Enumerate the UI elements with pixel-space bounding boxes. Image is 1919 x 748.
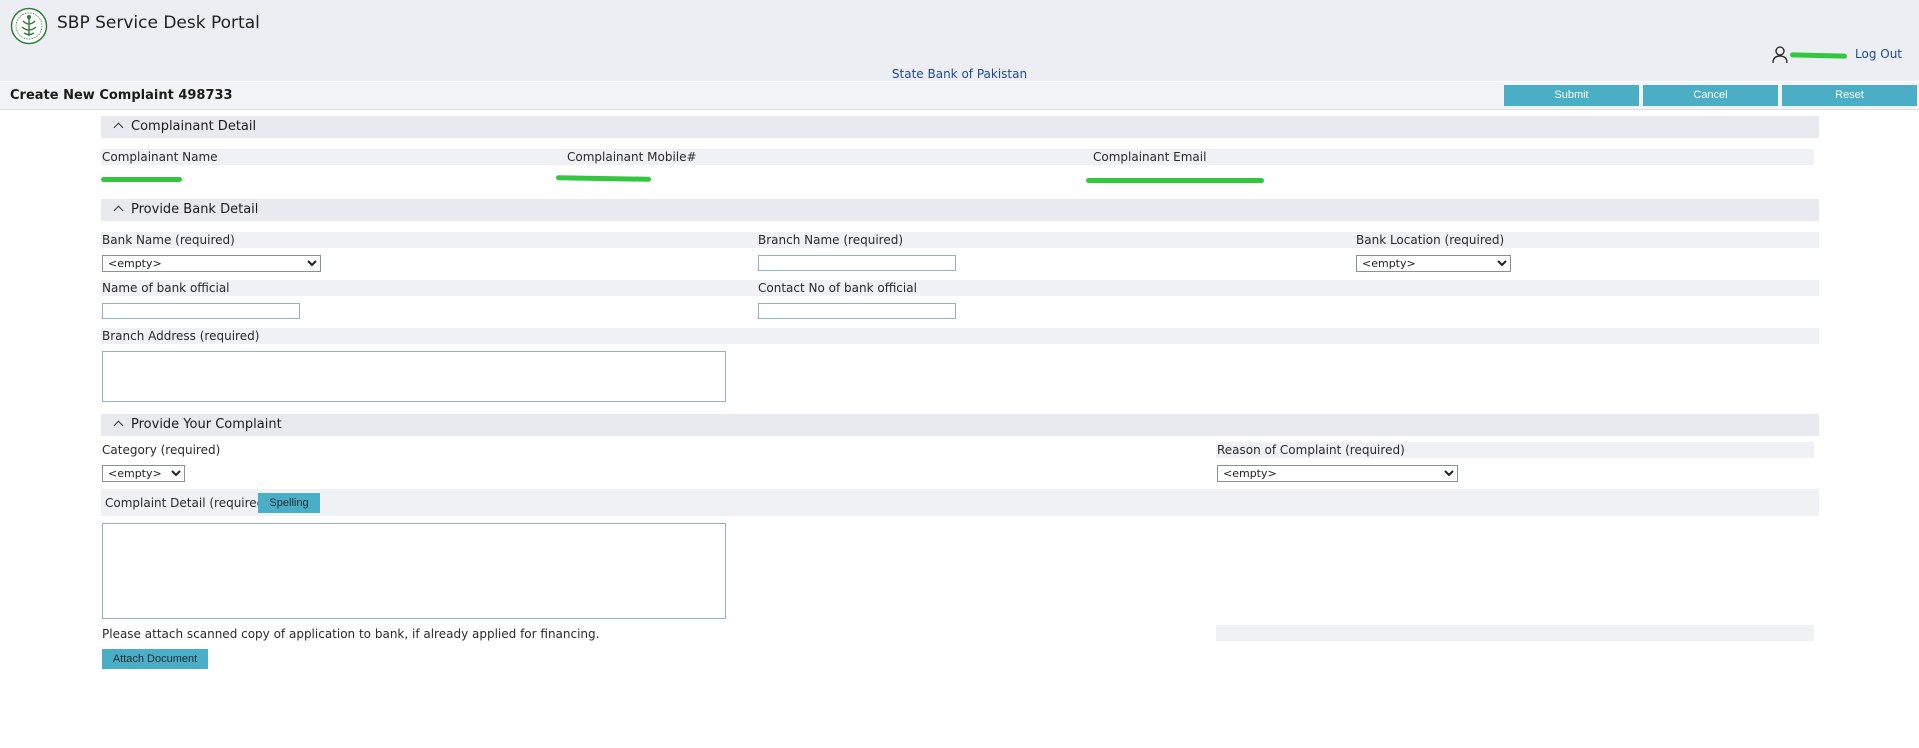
- category-select[interactable]: <empty>: [102, 465, 185, 482]
- section-title: Complainant Detail: [131, 119, 257, 134]
- sbp-logo-icon: [10, 7, 48, 45]
- complainant-email-redaction: [1086, 178, 1264, 183]
- bank-name-select[interactable]: <empty>: [102, 255, 321, 272]
- complainant-mobile-redaction: [555, 175, 652, 182]
- official-contact-input[interactable]: [758, 303, 956, 319]
- address-label-row: [101, 328, 1819, 344]
- org-name: State Bank of Pakistan: [891, 67, 1028, 81]
- section-title: Provide Bank Detail: [131, 202, 259, 217]
- detail-label-row: [101, 489, 1819, 516]
- user-icon[interactable]: [1772, 46, 1788, 64]
- complainant-name-redaction: [101, 177, 182, 182]
- complainant-mobile-label: Complainant Mobile#: [567, 150, 697, 164]
- official-contact-label: Contact No of bank official: [758, 281, 917, 295]
- branch-name-input[interactable]: [758, 255, 956, 271]
- branch-address-label: Branch Address (required): [102, 329, 260, 343]
- logout-link[interactable]: Log Out: [1855, 47, 1902, 61]
- bank-location-label: Bank Location (required): [1356, 233, 1505, 247]
- complaint-detail-label: Complaint Detail (required): [105, 496, 269, 510]
- official-name-label: Name of bank official: [102, 281, 230, 295]
- branch-address-textarea[interactable]: [102, 351, 726, 402]
- page-title: Create New Complaint 498733: [10, 88, 233, 103]
- bank-location-select[interactable]: <empty>: [1356, 255, 1511, 272]
- chevron-up-icon: [113, 122, 124, 133]
- official-name-input[interactable]: [102, 303, 300, 319]
- complaint-detail-textarea[interactable]: [102, 523, 726, 619]
- complainant-name-label: Complainant Name: [102, 150, 218, 164]
- reason-detail-placeholder: [1216, 625, 1814, 641]
- branch-name-label: Branch Name (required): [758, 233, 904, 247]
- bank-label-row: [101, 232, 1819, 248]
- chevron-up-icon: [113, 420, 124, 431]
- attach-document-button[interactable]: Attach Document: [102, 649, 208, 669]
- attach-note: Please attach scanned copy of applicatio…: [102, 627, 600, 641]
- spelling-button[interactable]: Spelling: [258, 493, 320, 513]
- official-label-row: [101, 280, 1819, 296]
- reason-select[interactable]: <empty>: [1217, 465, 1458, 482]
- complainant-email-label: Complainant Email: [1093, 150, 1207, 164]
- complainant-label-row: [101, 149, 1814, 165]
- section-title: Provide Your Complaint: [131, 417, 282, 432]
- section-complainant-detail[interactable]: Complainant Detail: [101, 116, 1819, 138]
- submit-button[interactable]: Submit: [1504, 85, 1639, 106]
- section-your-complaint[interactable]: Provide Your Complaint: [101, 414, 1819, 436]
- category-label: Category (required): [102, 443, 221, 457]
- bank-name-label: Bank Name (required): [102, 233, 235, 247]
- reason-label: Reason of Complaint (required): [1217, 443, 1405, 457]
- section-bank-detail[interactable]: Provide Bank Detail: [101, 199, 1819, 221]
- chevron-up-icon: [113, 205, 124, 216]
- cancel-button[interactable]: Cancel: [1643, 85, 1778, 106]
- reset-button[interactable]: Reset: [1782, 85, 1917, 106]
- app-title: SBP Service Desk Portal: [57, 13, 260, 33]
